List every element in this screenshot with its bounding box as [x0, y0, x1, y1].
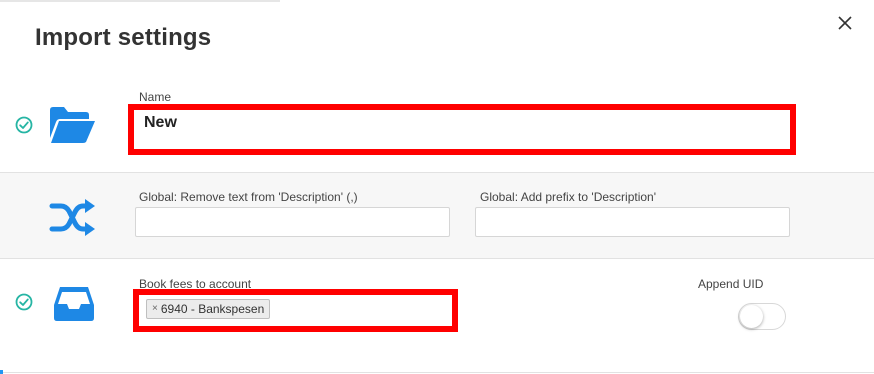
- check-circle-icon: [15, 293, 33, 311]
- inbox-icon: [54, 287, 94, 321]
- account-tag: × 6940 - Bankspesen: [146, 299, 271, 319]
- shuffle-icon: [49, 199, 95, 236]
- folder-open-icon: [50, 107, 95, 143]
- account-tag-label: 6940 - Bankspesen: [160, 302, 265, 316]
- top-divider: [0, 0, 280, 2]
- toggle-knob: [740, 305, 763, 328]
- name-input-value: New: [144, 114, 177, 131]
- append-uid-toggle[interactable]: [738, 303, 786, 330]
- name-input[interactable]: New: [128, 104, 796, 155]
- remove-text-label: Global: Remove text from 'Description' (…: [139, 190, 358, 204]
- book-fees-account-select[interactable]: × 6940 - Bankspesen: [133, 289, 458, 332]
- name-label: Name: [139, 90, 172, 104]
- scroll-indicator: [0, 370, 3, 374]
- close-button[interactable]: [834, 12, 856, 34]
- close-icon: [838, 16, 852, 30]
- dialog-title: Import settings: [35, 24, 212, 51]
- remove-text-input[interactable]: [135, 207, 450, 237]
- add-prefix-input[interactable]: [475, 207, 790, 237]
- add-prefix-label: Global: Add prefix to 'Description': [480, 190, 657, 204]
- bottom-divider: [0, 372, 874, 373]
- tag-remove-button[interactable]: ×: [152, 300, 158, 318]
- append-uid-label: Append UID: [698, 277, 764, 291]
- check-circle-icon: [15, 116, 33, 134]
